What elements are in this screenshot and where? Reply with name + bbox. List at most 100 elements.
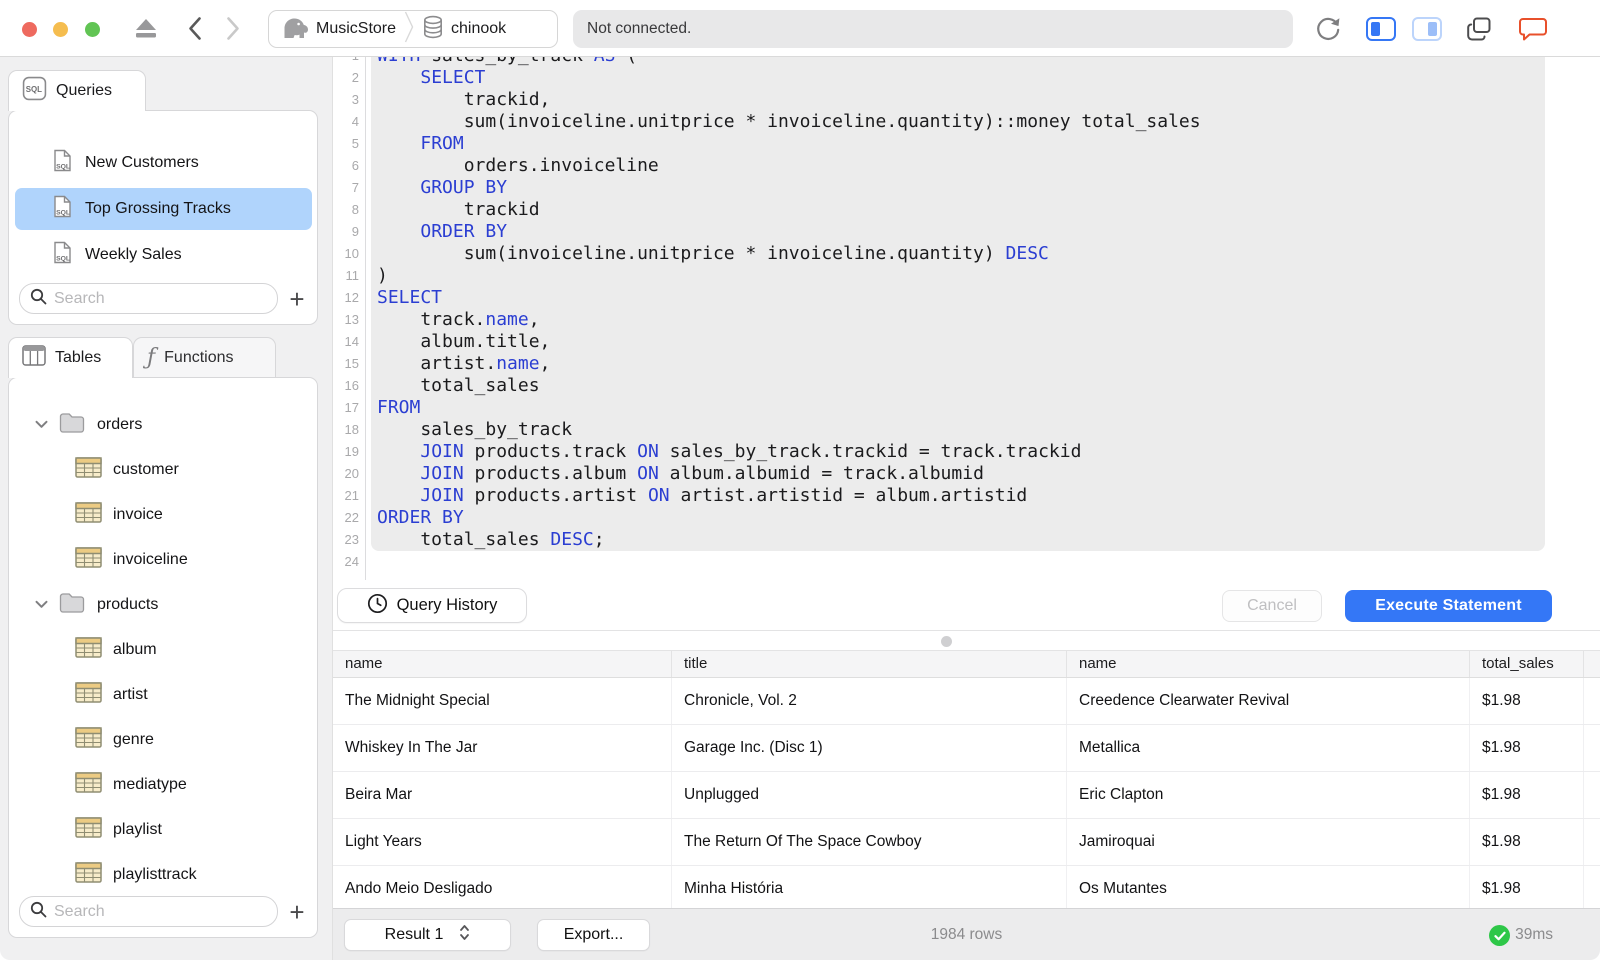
schema-table-row[interactable]: customer bbox=[15, 447, 312, 492]
sql-editor[interactable]: 123456789101112131415161718192021222324 … bbox=[333, 57, 1600, 580]
queries-search-field[interactable] bbox=[19, 283, 278, 314]
query-history-button[interactable]: Query History bbox=[337, 588, 527, 623]
column-header[interactable]: total_sales bbox=[1470, 651, 1584, 677]
table-cell: Whiskey In The Jar bbox=[333, 725, 672, 771]
table-icon bbox=[75, 546, 102, 573]
column-header[interactable]: name bbox=[1067, 651, 1470, 677]
line-number: 14 bbox=[344, 334, 359, 349]
toggle-right-sidebar-button[interactable] bbox=[1412, 17, 1442, 41]
table-cell: The Midnight Special bbox=[333, 678, 672, 724]
minimize-window-button[interactable] bbox=[53, 22, 68, 37]
close-window-button[interactable] bbox=[22, 22, 37, 37]
splitter-handle-icon[interactable] bbox=[941, 636, 952, 647]
sql-file-icon: SQL bbox=[53, 241, 72, 269]
code-line: JOIN products.track ON sales_by_track.tr… bbox=[420, 441, 1082, 462]
schema-table-row[interactable]: invoiceline bbox=[15, 537, 312, 582]
table-cell: Metallica bbox=[1067, 725, 1470, 771]
schema-table-row[interactable]: genre bbox=[15, 717, 312, 762]
code-line: track.name, bbox=[377, 309, 540, 330]
line-number: 18 bbox=[344, 422, 359, 437]
windows-icon[interactable] bbox=[1466, 16, 1492, 41]
chat-bubble-icon[interactable] bbox=[1518, 15, 1548, 43]
table-cell: Ando Meio Desligado bbox=[333, 866, 672, 912]
table-icon bbox=[75, 816, 102, 843]
code-line: album.title, bbox=[377, 331, 551, 352]
query-history-label: Query History bbox=[396, 596, 498, 614]
cancel-button: Cancel bbox=[1222, 590, 1322, 622]
code-line: total_sales bbox=[377, 375, 540, 396]
svg-text:SQL: SQL bbox=[56, 164, 70, 171]
queries-search-input[interactable] bbox=[54, 289, 267, 308]
breadcrumb[interactable]: MusicStore chinook bbox=[268, 10, 558, 48]
sql-code[interactable]: WITH sales_by_track AS ( SELECT trackid,… bbox=[377, 57, 1201, 573]
table-row[interactable]: Whiskey In The Jar Garage Inc. (Disc 1) Me… bbox=[333, 725, 1600, 772]
tab-tables[interactable]: Tables bbox=[8, 337, 133, 378]
schema-folder-row[interactable]: products bbox=[15, 582, 312, 627]
eject-disconnect-button[interactable] bbox=[133, 16, 159, 41]
zoom-window-button[interactable] bbox=[85, 22, 100, 37]
query-list-item[interactable]: SQL New Customers bbox=[15, 142, 312, 184]
column-header[interactable]: name bbox=[333, 651, 672, 677]
add-query-button[interactable]: + bbox=[285, 286, 309, 312]
execute-statement-button[interactable]: Execute Statement bbox=[1345, 590, 1552, 622]
schema-table-row[interactable]: album bbox=[15, 627, 312, 672]
query-list-item[interactable]: SQL Weekly Sales bbox=[15, 234, 312, 276]
schema-table-row[interactable]: artist bbox=[15, 672, 312, 717]
code-line: artist.name, bbox=[377, 353, 551, 374]
line-number: 15 bbox=[344, 356, 359, 371]
table-row[interactable]: Light Years The Return Of The Space Cowbo… bbox=[333, 819, 1600, 866]
add-table-button[interactable]: + bbox=[285, 899, 309, 925]
table-cell: $1.98 bbox=[1470, 725, 1584, 771]
breadcrumb-server[interactable]: MusicStore bbox=[316, 20, 396, 38]
query-list-item[interactable]: SQL Top Grossing Tracks bbox=[15, 188, 312, 230]
table-cell: $1.98 bbox=[1470, 866, 1584, 912]
tables-tab-icon bbox=[22, 345, 46, 371]
svg-text:SQL: SQL bbox=[56, 210, 70, 217]
svg-text:SQL: SQL bbox=[26, 85, 42, 94]
table-cell: $1.98 bbox=[1470, 678, 1584, 724]
back-button[interactable] bbox=[186, 15, 204, 42]
app-window: MusicStore chinook Not connected. SQL Qu… bbox=[0, 0, 1600, 960]
tab-queries[interactable]: SQL Queries bbox=[8, 70, 146, 111]
postgres-elephant-icon bbox=[279, 14, 309, 45]
schema-table-label: mediatype bbox=[113, 775, 187, 793]
chevron-down-icon[interactable] bbox=[35, 416, 48, 434]
table-cell: Eric Clapton bbox=[1067, 772, 1470, 818]
tab-functions-label: Functions bbox=[164, 348, 234, 366]
schema-table-row[interactable]: playlisttrack bbox=[15, 852, 312, 897]
table-cell-spare bbox=[1584, 866, 1600, 912]
title-toolbar: MusicStore chinook Not connected. bbox=[0, 0, 1600, 57]
results-splitter[interactable] bbox=[333, 630, 1600, 631]
schema-table-row[interactable]: playlist bbox=[15, 807, 312, 852]
tab-functions[interactable]: ƒ Functions bbox=[133, 337, 276, 377]
gutter-separator bbox=[365, 57, 366, 580]
query-item-label: Weekly Sales bbox=[85, 246, 182, 263]
schema-table-row[interactable]: mediatype bbox=[15, 762, 312, 807]
schema-table-label: invoice bbox=[113, 505, 163, 523]
column-header-spare bbox=[1584, 651, 1600, 677]
query-list: SQL New Customers SQL Top Grossing Track… bbox=[15, 142, 312, 280]
column-header[interactable]: title bbox=[672, 651, 1067, 677]
code-line: sum(invoiceline.unitprice * invoiceline.… bbox=[377, 111, 1201, 132]
line-number: 20 bbox=[344, 466, 359, 481]
table-row[interactable]: Beira Mar Unplugged Eric Clapton $1.98 bbox=[333, 772, 1600, 819]
line-number: 3 bbox=[351, 92, 359, 107]
refresh-icon[interactable] bbox=[1314, 14, 1342, 42]
schema-folder-row[interactable]: orders bbox=[15, 402, 312, 447]
breadcrumb-database[interactable]: chinook bbox=[451, 20, 506, 38]
line-number: 4 bbox=[351, 114, 359, 129]
line-number: 10 bbox=[344, 246, 359, 261]
chevron-down-icon[interactable] bbox=[35, 596, 48, 614]
schema-table-row[interactable]: invoice bbox=[15, 492, 312, 537]
tables-search-input[interactable] bbox=[54, 902, 267, 921]
toggle-left-sidebar-button[interactable] bbox=[1366, 17, 1396, 41]
table-icon bbox=[75, 861, 102, 888]
breadcrumb-separator bbox=[403, 9, 415, 50]
tables-search-field[interactable] bbox=[19, 896, 278, 927]
table-row[interactable]: The Midnight Special Chronicle, Vol. 2 Cre… bbox=[333, 678, 1600, 725]
forward-button[interactable] bbox=[224, 15, 242, 42]
line-number: 24 bbox=[344, 554, 359, 569]
table-row[interactable]: Ando Meio Desligado Minha História Os Muta… bbox=[333, 866, 1600, 913]
table-cell: Jamiroquai bbox=[1067, 819, 1470, 865]
schema-table-label: playlist bbox=[113, 820, 162, 838]
